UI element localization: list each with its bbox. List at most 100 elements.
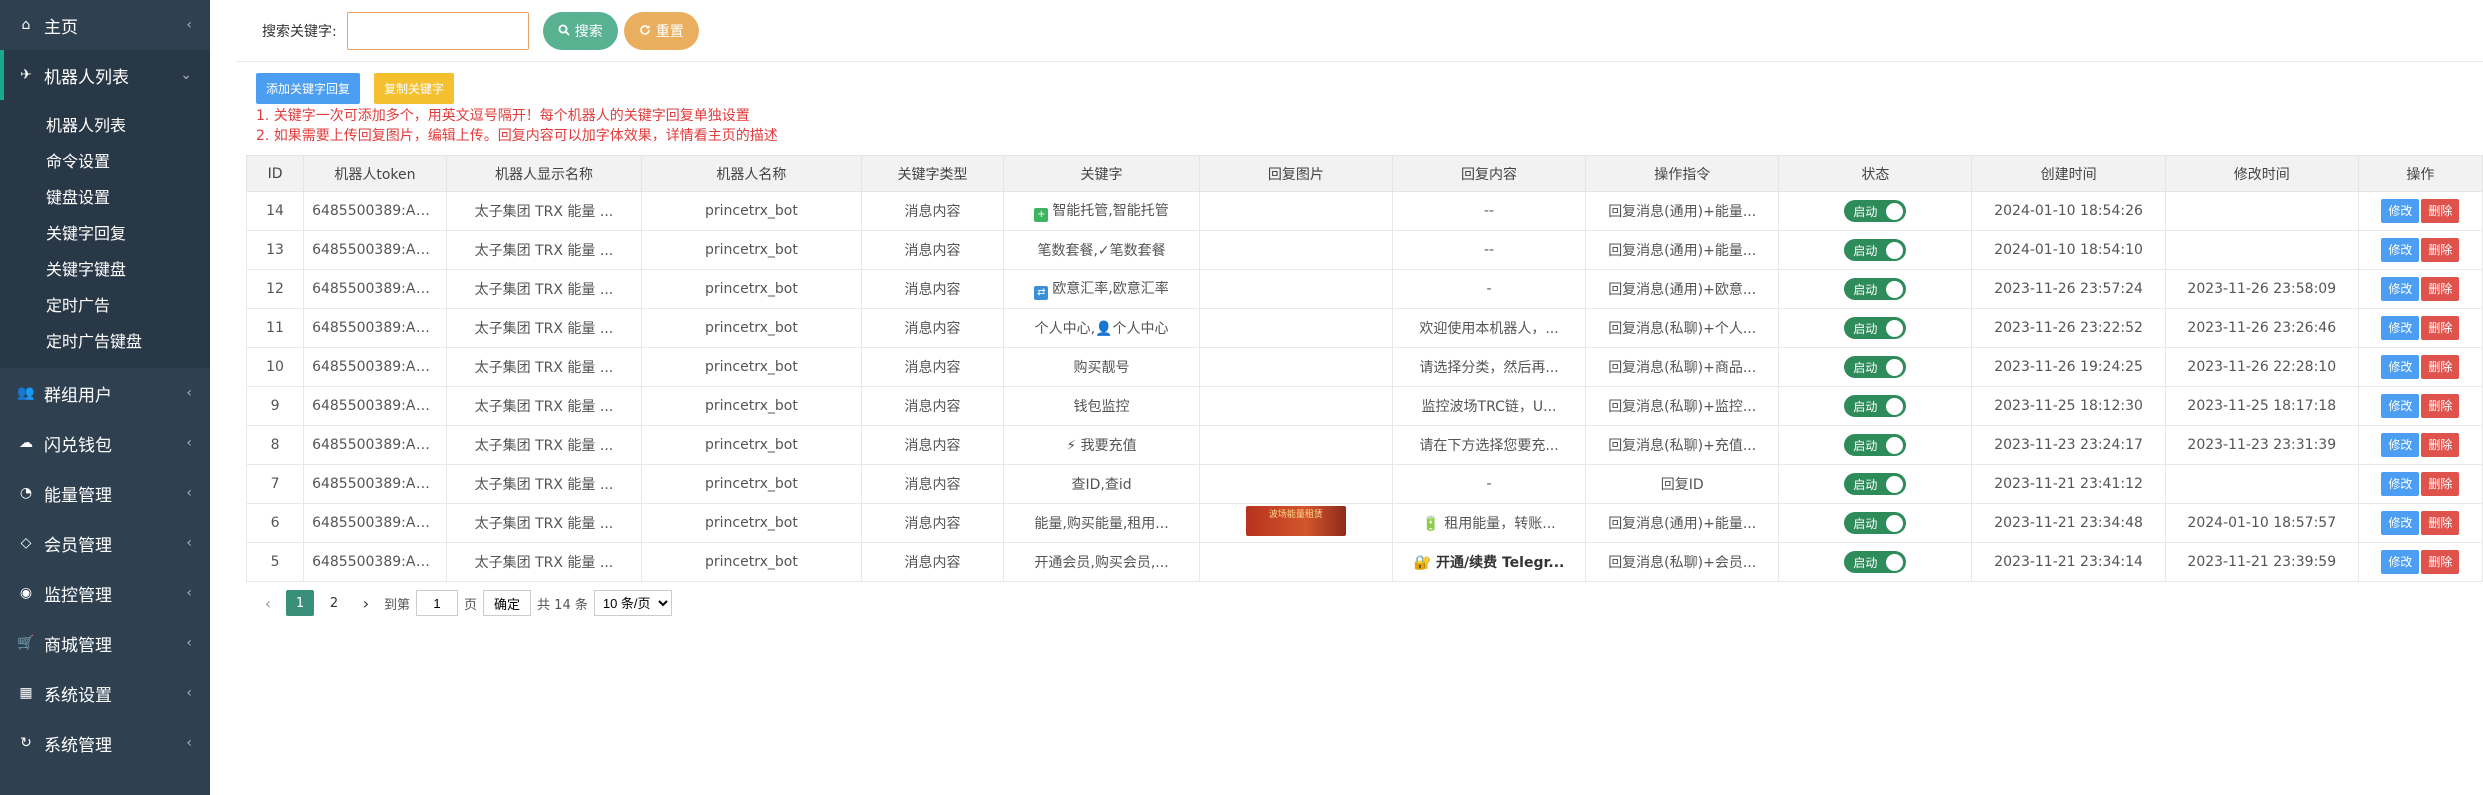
page-number-button[interactable]: 1 [286, 590, 314, 616]
cell-reply-image [1198, 347, 1393, 387]
edit-button[interactable]: 修改 [2381, 472, 2420, 496]
status-toggle[interactable]: 启动 [1844, 317, 1907, 339]
sidebar-item-label: 监控管理 [44, 585, 112, 606]
edit-button[interactable]: 修改 [2381, 511, 2420, 535]
cell-keyword: 查ID,查id [1003, 464, 1200, 504]
cell-token: 6485500389:AAHOc... [303, 542, 447, 582]
sidebar-subitem[interactable]: 定时广告键盘 [0, 322, 210, 358]
prev-page-button[interactable]: ‹ [256, 591, 280, 615]
chevron-left-icon: ‹ [186, 685, 192, 701]
delete-button[interactable]: 删除 [2421, 511, 2460, 535]
sidebar-subitem[interactable]: 关键字回复 [0, 214, 210, 250]
status-toggle[interactable]: 启动 [1844, 356, 1907, 378]
sidebar-item-6[interactable]: ◉ 监控管理 ‹ [0, 568, 210, 618]
status-toggle-label: 启动 [1853, 243, 1878, 258]
sidebar-subitem[interactable]: 关键字键盘 [0, 250, 210, 286]
edit-button[interactable]: 修改 [2381, 550, 2420, 574]
delete-button[interactable]: 删除 [2421, 277, 2460, 301]
sidebar-subitem[interactable]: 机器人列表 [0, 106, 210, 142]
cell-bot-name: princetrx_bot [641, 425, 862, 465]
status-toggle[interactable]: 启动 [1844, 473, 1907, 495]
cell-created-time: 2024-01-10 18:54:26 [1971, 191, 2166, 231]
cell-keyword-type: 消息内容 [860, 503, 1005, 543]
status-toggle[interactable]: 启动 [1844, 239, 1907, 261]
sidebar-item-3[interactable]: ☁ 闪兑钱包 ‹ [0, 418, 210, 468]
sidebar-item-8[interactable]: ▦ 系统设置 ‹ [0, 668, 210, 718]
sidebar-item-4[interactable]: ◔ 能量管理 ‹ [0, 468, 210, 518]
goto-page-input[interactable] [416, 590, 459, 616]
sidebar-item-label: 会员管理 [44, 535, 112, 556]
cell-id: 8 [245, 425, 305, 465]
column-header: 创建时间 [1971, 155, 2166, 192]
delete-button[interactable]: 删除 [2421, 355, 2460, 379]
sidebar-item-7[interactable]: 🛒 商城管理 ‹ [0, 618, 210, 668]
cell-keyword-type: 消息内容 [860, 347, 1005, 387]
cell-modified-time: 2024-01-10 18:57:57 [2164, 503, 2359, 543]
cell-reply-content: 监控波场TRC链，U... [1391, 386, 1587, 426]
status-toggle[interactable]: 启动 [1844, 200, 1907, 222]
edit-button[interactable]: 修改 [2381, 277, 2420, 301]
cell-reply-content: - [1391, 464, 1587, 504]
reset-button[interactable]: 重置 [623, 11, 699, 50]
goto-confirm-button[interactable]: 确定 [483, 590, 532, 616]
status-toggle-label: 启动 [1853, 282, 1878, 297]
sidebar: ⌂ 主页 ‹ ✈ 机器人列表 ⌄ 机器人列表 命令设置 键盘设置 关键字回复 关键字键盘 定时广告 定时… [0, 0, 210, 795]
sidebar-item-label: 群组用户 [44, 385, 112, 406]
sidebar-subitem[interactable]: 命令设置 [0, 142, 210, 178]
sidebar-item-5[interactable]: ◇ 会员管理 ‹ [0, 518, 210, 568]
search-button[interactable]: 搜索 [542, 11, 618, 50]
page-unit-label: 页 [464, 597, 478, 613]
cell-created-time: 2023-11-26 19:24:25 [1971, 347, 2166, 387]
copy-keyword-button[interactable]: 复制关键字 [374, 73, 455, 104]
edit-button[interactable]: 修改 [2381, 355, 2420, 379]
page-size-select[interactable]: 10 条/页 [593, 590, 672, 616]
reply-image-thumbnail: 波场能量租赁 [1245, 506, 1346, 536]
status-toggle[interactable]: 启动 [1844, 551, 1907, 573]
cell-command: 回复ID [1585, 464, 1780, 504]
sidebar-subitem[interactable]: 定时广告 [0, 286, 210, 322]
cell-actions: 修改 删除 [2357, 230, 2483, 270]
edit-button[interactable]: 修改 [2381, 433, 2420, 457]
sidebar-item-1[interactable]: ✈ 机器人列表 ⌄ [0, 50, 210, 100]
sidebar-item-0[interactable]: ⌂ 主页 ‹ [0, 0, 210, 50]
toggle-knob [1886, 280, 1904, 298]
total-count: 共 14 条 [537, 597, 588, 613]
delete-button[interactable]: 删除 [2421, 316, 2460, 340]
table-body: 146485500389:AAHOc...太子集团 TRX 能量 ...prin… [245, 191, 2483, 582]
cell-modified-time: 2023-11-21 23:39:59 [2164, 542, 2359, 582]
delete-button[interactable]: 删除 [2421, 433, 2460, 457]
edit-button[interactable]: 修改 [2381, 238, 2420, 262]
cell-created-time: 2023-11-23 23:24:17 [1971, 425, 2166, 465]
edit-button[interactable]: 修改 [2381, 199, 2420, 223]
status-toggle[interactable]: 启动 [1844, 278, 1907, 300]
delete-button[interactable]: 删除 [2421, 199, 2460, 223]
search-input[interactable] [346, 11, 529, 50]
sidebar-item-9[interactable]: ↻ 系统管理 ‹ [0, 718, 210, 768]
cell-status: 启动 [1778, 230, 1973, 270]
toggle-knob [1886, 397, 1904, 415]
delete-button[interactable]: 删除 [2421, 238, 2460, 262]
add-keyword-reply-button[interactable]: 添加关键字回复 [256, 73, 361, 104]
page-number-button[interactable]: 2 [320, 590, 348, 616]
chevron-left-icon: ‹ [186, 435, 192, 451]
status-toggle-label: 启动 [1853, 321, 1878, 336]
status-toggle[interactable]: 启动 [1844, 395, 1907, 417]
sidebar-item-2[interactable]: 👥 群组用户 ‹ [0, 368, 210, 418]
delete-button[interactable]: 删除 [2421, 550, 2460, 574]
status-toggle[interactable]: 启动 [1844, 434, 1907, 456]
table-row: 86485500389:AAHOc...太子集团 TRX 能量 ...princ… [245, 425, 2483, 465]
sidebar-subitem[interactable]: 键盘设置 [0, 178, 210, 214]
keyword-text: 智能托管,智能托管 [1052, 203, 1169, 219]
edit-button[interactable]: 修改 [2381, 316, 2420, 340]
delete-button[interactable]: 删除 [2421, 472, 2460, 496]
toggle-knob [1886, 319, 1904, 337]
notes: 1. 关键字一次可添加多个，用英文逗号隔开！每个机器人的关键字回复单独设置 2.… [256, 106, 778, 146]
cell-id: 13 [245, 230, 305, 270]
status-toggle[interactable]: 启动 [1844, 512, 1907, 534]
next-page-button[interactable]: › [354, 591, 378, 615]
chevron-left-icon: ‹ [186, 735, 192, 751]
delete-button[interactable]: 删除 [2421, 394, 2460, 418]
cell-status: 启动 [1778, 425, 1973, 465]
edit-button[interactable]: 修改 [2381, 394, 2420, 418]
cell-display-name: 太子集团 TRX 能量 ... [445, 269, 643, 309]
